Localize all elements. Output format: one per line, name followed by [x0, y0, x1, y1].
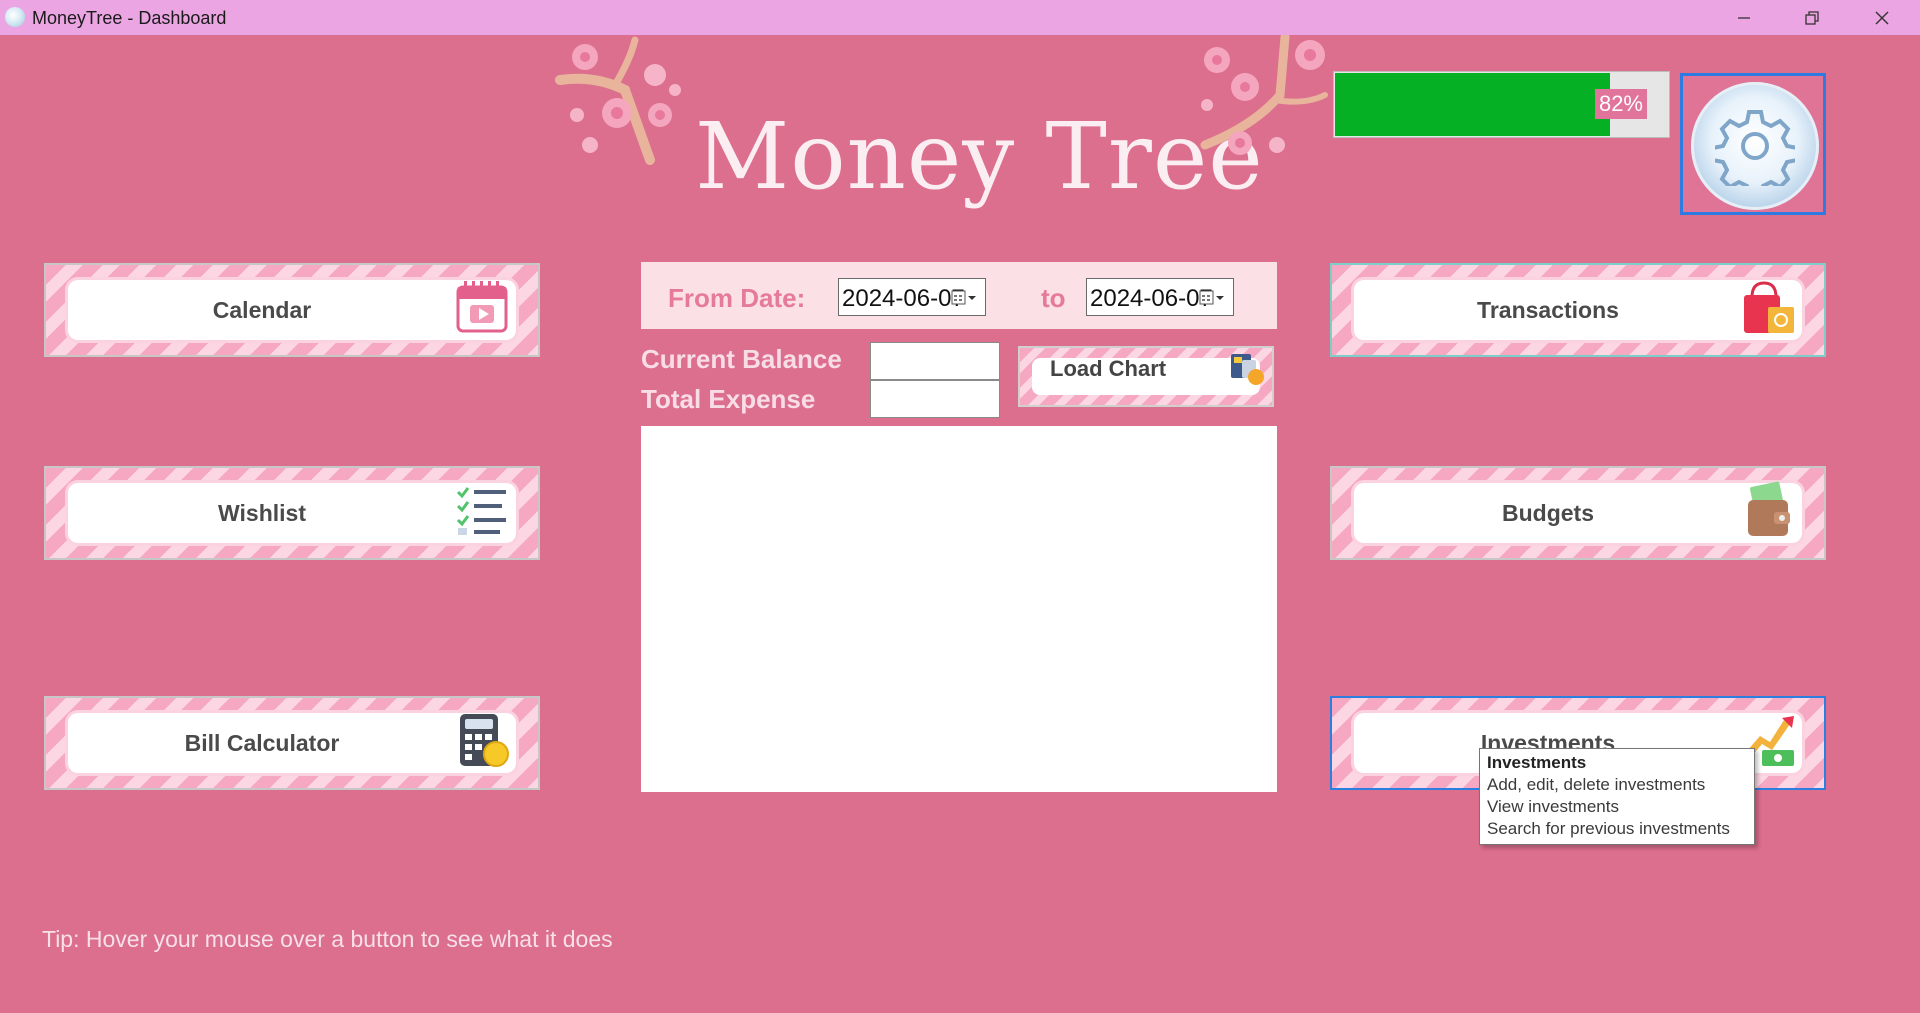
gear-icon — [1715, 110, 1795, 186]
budgets-button-label: Budgets — [1502, 499, 1594, 526]
close-icon — [1875, 11, 1889, 24]
title-bar: MoneyTree - Dashboard — [0, 0, 1920, 35]
current-balance-field[interactable] — [870, 342, 1000, 380]
to-date-picker[interactable]: 2024-06-07 — [1086, 278, 1234, 316]
from-date-picker[interactable]: 2024-06-07 — [838, 278, 986, 316]
total-expense-field[interactable] — [870, 380, 1000, 418]
from-date-value: 2024-06-07 — [842, 285, 965, 312]
load-chart-button[interactable]: Load Chart — [1018, 346, 1274, 407]
date-filter-bar: From Date: 2024-06-07 to 2024-06-07 — [641, 262, 1277, 329]
chart-area — [641, 426, 1277, 792]
minimize-icon — [1738, 16, 1750, 19]
calendar-dropdown-icon — [951, 290, 976, 305]
app-icon — [5, 7, 25, 27]
calculator-icon — [460, 714, 509, 767]
transactions-button[interactable]: Transactions — [1330, 263, 1826, 357]
progress-label: 82% — [1594, 89, 1647, 119]
wishlist-button[interactable]: Wishlist — [44, 466, 540, 560]
progress-fill — [1335, 73, 1610, 136]
window-title: MoneyTree - Dashboard — [32, 8, 227, 28]
budgets-button[interactable]: Budgets — [1330, 466, 1826, 560]
calendar-icon — [456, 281, 508, 333]
tooltip-line: View investments — [1487, 797, 1619, 816]
bill-calculator-button-label: Bill Calculator — [184, 729, 340, 756]
progress-bar: 82% — [1333, 71, 1670, 138]
restore-button[interactable] — [1778, 0, 1846, 35]
shopping-bag-icon — [1744, 281, 1794, 333]
close-button[interactable] — [1848, 0, 1916, 35]
minimize-button[interactable] — [1710, 0, 1778, 35]
investments-tooltip: Investments Add, edit, delete investment… — [1479, 748, 1755, 845]
settings-button[interactable] — [1680, 73, 1826, 215]
from-date-label: From Date: — [668, 283, 806, 313]
current-balance-label: Current Balance — [641, 344, 842, 374]
cherry-blossom-left-icon — [555, 36, 681, 165]
bill-calculator-button[interactable]: Bill Calculator — [44, 696, 540, 790]
wallet-icon — [1748, 481, 1790, 536]
logo-text: Money Tree — [695, 103, 1264, 210]
tooltip-line: Add, edit, delete investments — [1487, 775, 1706, 794]
logo: Money Tree — [555, 35, 1335, 220]
wishlist-button-label: Wishlist — [218, 499, 306, 526]
tooltip-title: Investments — [1487, 753, 1587, 772]
total-expense-label: Total Expense — [641, 384, 816, 414]
calendar-dropdown-icon — [1199, 290, 1224, 305]
cherry-blossom-right-icon — [1200, 35, 1328, 155]
to-date-value: 2024-06-07 — [1090, 285, 1213, 312]
restore-icon — [1805, 10, 1819, 25]
calendar-button[interactable]: Calendar — [44, 263, 540, 357]
transactions-button-label: Transactions — [1477, 296, 1619, 323]
chart-icon — [1231, 354, 1264, 385]
calendar-button-label: Calendar — [212, 296, 312, 323]
hover-tip: Tip: Hover your mouse over a button to s… — [42, 926, 613, 952]
settings-disc — [1691, 82, 1819, 210]
tooltip-line: Search for previous investments — [1487, 819, 1730, 838]
load-chart-label: Load Chart — [1050, 356, 1167, 381]
to-date-label: to — [1041, 283, 1066, 313]
checklist-icon — [456, 487, 506, 535]
